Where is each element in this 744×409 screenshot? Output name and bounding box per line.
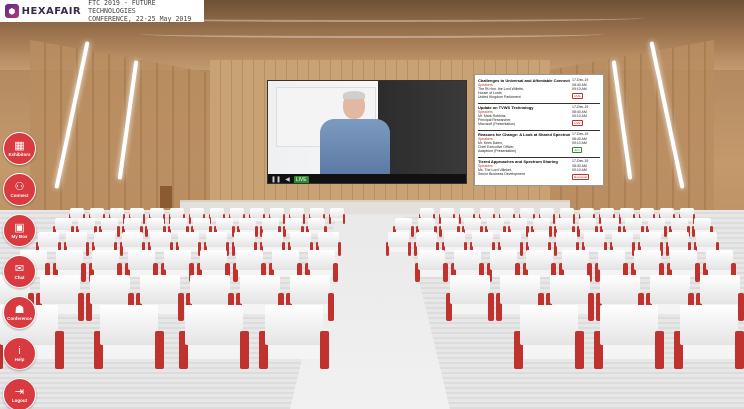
session-status-button[interactable]: LIVE (572, 119, 583, 126)
session-meta: 17-Dec-19 08:40 AM 09:10 AM Download (572, 159, 600, 180)
session-status-button[interactable]: Download (572, 173, 590, 180)
nav-label: Logout (11, 397, 28, 403)
session-meta: 17-Dec-19 08:40 AM 09:10 AM Join (572, 132, 600, 153)
schedule-session: Update on TVWS Technology Speakers Mr. Mar… (478, 104, 600, 131)
session-end: 09:10 AM (572, 168, 587, 172)
session-end: 09:10 AM (572, 114, 587, 118)
conference-title: FTC 2019 - FUTURE TECHNOLOGIES CONFERENC… (88, 0, 204, 23)
schedule-list: Challenges to Universal and Affordable C… (478, 77, 600, 185)
auditorium-chair (179, 305, 249, 369)
logout-icon: ⇥ (14, 385, 25, 398)
auditorium-chair (415, 250, 448, 282)
session-meta: 17-Dec-19 08:40 AM 09:10 AM LIVE (572, 105, 600, 126)
network-icon: ⚇ (14, 180, 25, 193)
nav-conference-button[interactable]: ☗ Conference (3, 296, 36, 329)
auditorium-chair (328, 208, 346, 224)
logo-text[interactable]: HEXAFAIR (22, 6, 82, 17)
auditorium-chair (94, 305, 164, 369)
nav-label: Connect (10, 192, 29, 198)
nav-logout-button[interactable]: ⇥ Logout (3, 378, 36, 409)
live-badge: LIVE (293, 175, 309, 183)
nav-my-box-button[interactable]: ▣ My Box (3, 214, 36, 247)
session-status-button[interactable]: LIVE (572, 92, 583, 99)
schedule-session: Challenges to Universal and Affordable C… (478, 77, 600, 104)
chat-icon: ✉ (14, 262, 25, 275)
speaker-line: Microsoft (Presentation) (478, 122, 516, 126)
nav-help-button[interactable]: i Help (3, 337, 36, 370)
nav-connect-button[interactable]: ⚇ Connect (3, 173, 36, 206)
auditorium-chair (594, 305, 664, 369)
schedule-session: Reasons for Change: A Look at Shared Spe… (478, 131, 600, 158)
video-frame (268, 81, 466, 174)
auditorium-chair (674, 305, 744, 369)
ceiling-light-band (140, 30, 604, 38)
speaker-line: United Kingdom Parliament (478, 95, 521, 99)
nav-chat-button[interactable]: ✉ Chat (3, 255, 36, 288)
volume-icon[interactable]: ◀ (285, 177, 290, 183)
auditorium-chair (446, 275, 494, 321)
podium (160, 186, 172, 208)
nav-label: Exhibitors (8, 151, 31, 157)
session-end: 09:10 AM (572, 87, 587, 91)
building-icon: ▦ (14, 139, 25, 152)
speaker-line: Adaptrum (Presentation) (478, 149, 517, 153)
auditorium-chair (259, 305, 329, 369)
info-icon: i (18, 344, 21, 357)
auditorium-chair (385, 232, 412, 256)
conference-icon: ☗ (14, 303, 25, 316)
video-controls: ❚❚ ◀ LIVE (268, 174, 466, 183)
session-meta: 17-Dec-19 08:40 AM 09:10 AM LIVE (572, 78, 600, 99)
header-bar: ⬢ HEXAFAIR FTC 2019 - FUTURE TECHNOLOGIE… (0, 0, 204, 23)
nav-exhibitors-button[interactable]: ▦ Exhibitors (3, 132, 36, 165)
schedule-panel: Challenges to Universal and Affordable C… (474, 74, 604, 186)
play-pause-icon[interactable]: ❚❚ (271, 177, 281, 183)
speaker-line: Senior Business Development (478, 172, 525, 176)
nav-label: My Box (11, 233, 28, 239)
nav-label: Chat (14, 274, 25, 280)
auditorium-chair (514, 305, 584, 369)
video-screen[interactable]: ❚❚ ◀ LIVE (267, 80, 467, 184)
nav-label: Help (14, 356, 25, 362)
presenter (320, 119, 390, 174)
conference-title-line1: FTC 2019 - FUTURE TECHNOLOGIES (88, 0, 156, 15)
session-end: 09:10 AM (572, 141, 587, 145)
conference-title-line2: CONFERENCE, 22-25 May 2019 (88, 15, 192, 23)
presenter-hair (343, 91, 365, 99)
nav-label: Conference (7, 315, 32, 321)
hexafair-logo-icon[interactable]: ⬢ (5, 4, 19, 18)
schedule-session: Tiered Approaches and Spectrum Sharing Sp… (478, 158, 600, 185)
session-status-button[interactable]: Join (572, 146, 582, 153)
briefcase-icon: ▣ (14, 221, 25, 234)
